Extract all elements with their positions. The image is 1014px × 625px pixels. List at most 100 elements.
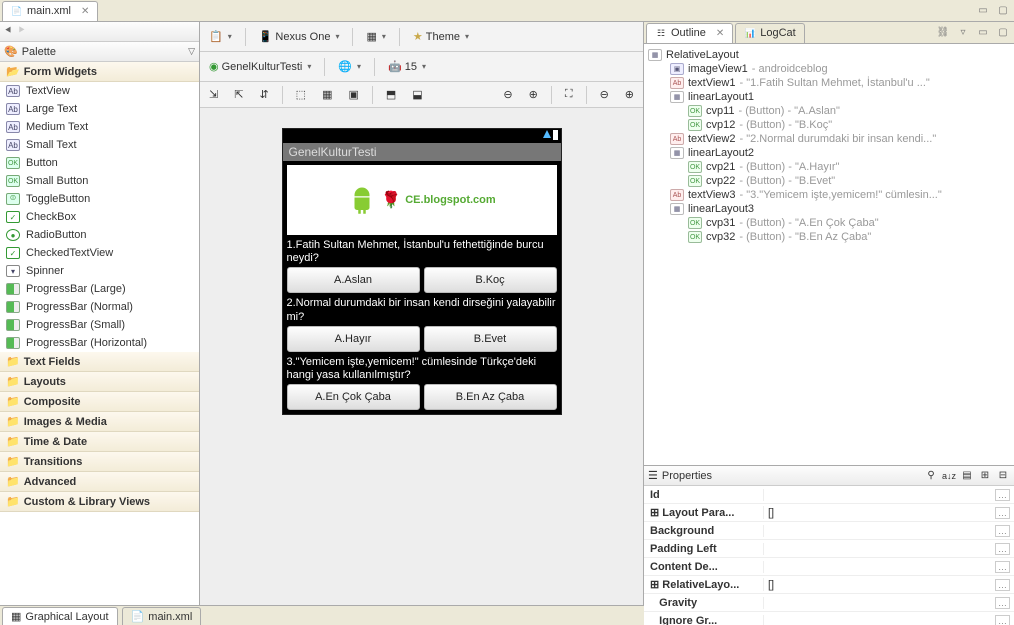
- palette-item[interactable]: OKButton: [0, 154, 199, 172]
- toggle-icon-5[interactable]: ⬓: [407, 85, 427, 104]
- back-icon[interactable]: ⯇: [4, 25, 13, 38]
- toggle-icon-4[interactable]: ⬒: [381, 85, 401, 104]
- more-icon[interactable]: …: [995, 507, 1010, 519]
- maximize-icon[interactable]: ▢: [996, 4, 1010, 18]
- more-icon[interactable]: …: [995, 489, 1010, 501]
- answer-button-b[interactable]: B.Evet: [424, 326, 557, 352]
- locale-select[interactable]: 🌐▾: [333, 57, 366, 76]
- more-icon[interactable]: …: [995, 525, 1010, 537]
- palette-item[interactable]: AbMedium Text: [0, 118, 199, 136]
- zoom-fit-icon[interactable]: ⛶: [560, 85, 578, 104]
- palette-cat-form-widgets[interactable]: 📂 Form Widgets: [0, 62, 199, 82]
- property-row[interactable]: Ignore Gr... …: [644, 612, 1014, 625]
- tree-root[interactable]: ▦ RelativeLayout: [648, 48, 1010, 62]
- palette-category[interactable]: 📁Custom & Library Views: [0, 492, 199, 512]
- filter-icon[interactable]: ⚲: [924, 469, 938, 483]
- palette-item[interactable]: ●RadioButton: [0, 226, 199, 244]
- tree-item[interactable]: OK cvp12 - (Button) - "B.Koç": [648, 118, 1010, 132]
- palette-item[interactable]: OKSmall Button: [0, 172, 199, 190]
- palette-item[interactable]: AbLarge Text: [0, 100, 199, 118]
- answer-button-b[interactable]: B.Koç: [424, 267, 557, 293]
- more-icon[interactable]: …: [995, 579, 1010, 591]
- palette-item[interactable]: ProgressBar (Large): [0, 280, 199, 298]
- palette-item[interactable]: ⏼ToggleButton: [0, 190, 199, 208]
- palette-category[interactable]: 📁Advanced: [0, 472, 199, 492]
- property-row[interactable]: Padding Left …: [644, 540, 1014, 558]
- property-row[interactable]: Id …: [644, 486, 1014, 504]
- collapse-icon[interactable]: ▽: [188, 46, 195, 57]
- api-select[interactable]: 🤖 15 ▾: [383, 57, 431, 76]
- more-icon[interactable]: …: [995, 597, 1010, 609]
- more-icon[interactable]: …: [995, 561, 1010, 573]
- palette-category[interactable]: 📁Images & Media: [0, 412, 199, 432]
- palette-category[interactable]: 📁Composite: [0, 392, 199, 412]
- zoom-in-icon[interactable]: ⊕: [524, 85, 543, 104]
- tree-item[interactable]: ▦ linearLayout1: [648, 90, 1010, 104]
- zoom-out-icon-2[interactable]: ⊖: [595, 85, 614, 104]
- theme-select[interactable]: ★ Theme ▾: [408, 27, 474, 46]
- tree-item[interactable]: ▦ linearLayout3: [648, 202, 1010, 216]
- palette-item[interactable]: ProgressBar (Small): [0, 316, 199, 334]
- tree-item[interactable]: Ab textView2 - "2.Normal durumdaki bir i…: [648, 132, 1010, 146]
- property-row[interactable]: ⊞ RelativeLayo... []…: [644, 576, 1014, 594]
- property-row[interactable]: ⊞ Layout Para... []…: [644, 504, 1014, 522]
- tree-item[interactable]: OK cvp21 - (Button) - "A.Hayır": [648, 160, 1010, 174]
- menu-icon[interactable]: ▿: [956, 26, 970, 40]
- palette-category[interactable]: 📁Text Fields: [0, 352, 199, 372]
- palette-item[interactable]: ▾Spinner: [0, 262, 199, 280]
- palette-item[interactable]: ✓CheckBox: [0, 208, 199, 226]
- align-icon-2[interactable]: ⇱: [229, 85, 248, 104]
- tab-logcat[interactable]: 📊 LogCat: [735, 23, 804, 43]
- zoom-out-icon[interactable]: ⊖: [498, 85, 517, 104]
- palette-category[interactable]: 📁Time & Date: [0, 432, 199, 452]
- align-icon[interactable]: ⇲: [204, 85, 223, 104]
- device-select[interactable]: 📱 Nexus One ▾: [254, 27, 345, 46]
- expand-icon[interactable]: ⊞: [978, 469, 992, 483]
- tree-item[interactable]: OK cvp31 - (Button) - "A.En Çok Çaba": [648, 216, 1010, 230]
- close-icon[interactable]: ✕: [716, 28, 724, 39]
- toggle-icon[interactable]: ⬚: [291, 85, 311, 104]
- close-icon[interactable]: ✕: [81, 6, 89, 17]
- tree-item[interactable]: Ab textView1 - "1.Fatih Sultan Mehmet, İ…: [648, 76, 1010, 90]
- more-icon[interactable]: …: [995, 615, 1010, 625]
- toggle-icon[interactable]: ▤: [960, 469, 974, 483]
- minimize-icon[interactable]: ▭: [976, 4, 990, 18]
- collapse-icon[interactable]: ⊟: [996, 469, 1010, 483]
- minimize-icon[interactable]: ▭: [976, 26, 990, 40]
- tree-item[interactable]: ▣ imageView1 - androidceblog: [648, 62, 1010, 76]
- toggle-icon-3[interactable]: ▣: [343, 85, 363, 104]
- palette-item[interactable]: ✓CheckedTextView: [0, 244, 199, 262]
- property-row[interactable]: Background …: [644, 522, 1014, 540]
- toggle-icon-2[interactable]: ▦: [317, 85, 337, 104]
- editor-tab-main[interactable]: 📄 main.xml ✕: [2, 1, 98, 21]
- palette-item[interactable]: AbSmall Text: [0, 136, 199, 154]
- tree-item[interactable]: OK cvp32 - (Button) - "B.En Az Çaba": [648, 230, 1010, 244]
- tab-graphical-layout[interactable]: ▦ Graphical Layout: [2, 607, 118, 625]
- activity-select[interactable]: ◉ GenelKulturTesti ▾: [204, 57, 316, 76]
- property-row[interactable]: Content De... …: [644, 558, 1014, 576]
- tree-item[interactable]: ▦ linearLayout2: [648, 146, 1010, 160]
- tree-item[interactable]: OK cvp11 - (Button) - "A.Aslan": [648, 104, 1010, 118]
- answer-button-a[interactable]: A.Aslan: [287, 267, 420, 293]
- link-icon[interactable]: ⛓: [936, 26, 950, 40]
- align-icon-3[interactable]: ⇵: [254, 85, 273, 104]
- property-row[interactable]: Gravity …: [644, 594, 1014, 612]
- tree-item[interactable]: Ab textView3 - "3."Yemicem işte,yemicem!…: [648, 188, 1010, 202]
- more-icon[interactable]: …: [995, 543, 1010, 555]
- answer-button-a[interactable]: A.En Çok Çaba: [287, 384, 420, 410]
- palette-item[interactable]: ProgressBar (Horizontal): [0, 334, 199, 352]
- config-dropdown[interactable]: 📋▾: [204, 27, 237, 46]
- design-canvas[interactable]: GenelKulturTesti 🌹 CE.blogspot.com 1.Fat…: [200, 108, 643, 625]
- palette-category[interactable]: 📁Transitions: [0, 452, 199, 472]
- orientation-select[interactable]: ▦▾: [361, 27, 390, 46]
- forward-icon[interactable]: ⯈: [17, 25, 26, 38]
- maximize-icon[interactable]: ▢: [996, 26, 1010, 40]
- palette-item[interactable]: AbTextView: [0, 82, 199, 100]
- tree-item[interactable]: OK cvp22 - (Button) - "B.Evet": [648, 174, 1010, 188]
- tab-xml-source[interactable]: 📄 main.xml: [122, 607, 202, 625]
- answer-button-a[interactable]: A.Hayır: [287, 326, 420, 352]
- az-sort-icon[interactable]: a↓z: [942, 469, 956, 483]
- tab-outline[interactable]: ☷ Outline ✕: [646, 23, 733, 43]
- answer-button-b[interactable]: B.En Az Çaba: [424, 384, 557, 410]
- zoom-in-icon-2[interactable]: ⊕: [620, 85, 639, 104]
